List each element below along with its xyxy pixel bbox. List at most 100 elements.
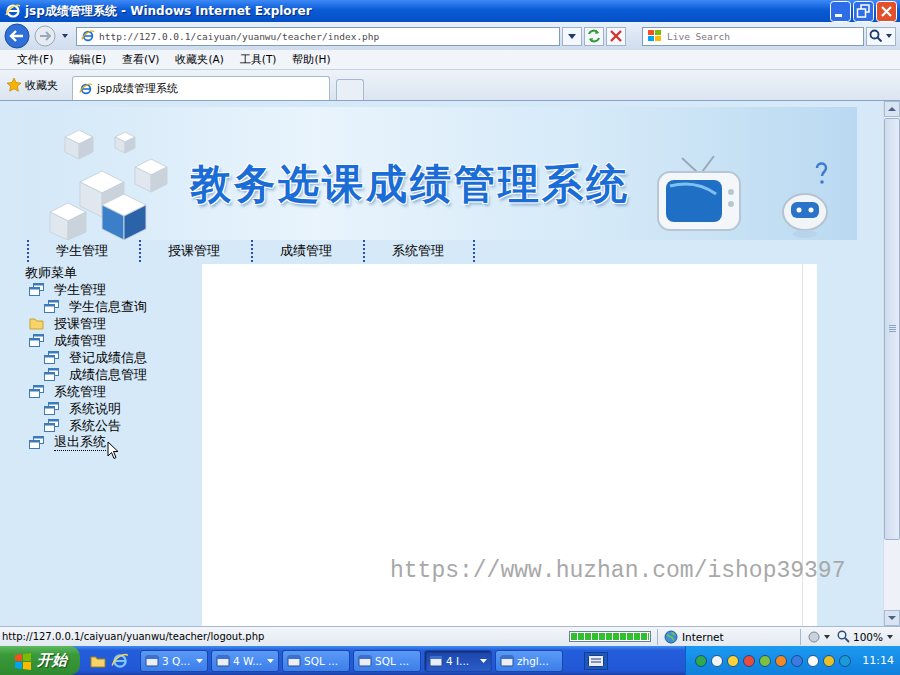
protected-mode-icon[interactable] (807, 630, 831, 644)
sidebar-item-label: 授课管理 (54, 316, 106, 332)
tray-app-icon[interactable] (694, 654, 708, 668)
scroll-down-button[interactable] (884, 610, 900, 626)
nav-item[interactable]: 学生管理 (27, 240, 139, 262)
address-field[interactable]: http://127.0.0.1/caiyuan/yuanwu/teacher/… (76, 27, 560, 46)
sidebar: 教师菜单学生管理学生信息查询授课管理成绩管理登记成绩信息成绩信息管理系统管理系统… (25, 264, 202, 626)
tray-app-icon[interactable] (822, 654, 836, 668)
search-field[interactable]: Live Search (642, 27, 864, 46)
star-icon (6, 77, 22, 93)
sidebar-item-label: 退出系统 (54, 434, 106, 451)
content-area: 教务选课成绩管理系统学生管理授课管理成绩管理系统管理教师菜单学生管理学生信息查询… (0, 100, 900, 626)
favorites-button[interactable]: 收藏夹 (4, 72, 66, 98)
sidebar-item[interactable]: 退出系统 (25, 434, 202, 451)
restore-icon[interactable] (853, 1, 874, 22)
sidebar-subitem[interactable]: 成绩信息管理 (25, 366, 202, 383)
status-bar: http://127.0.0.1/caiyuan/yuanwu/teacher/… (0, 626, 900, 646)
address-dropdown[interactable] (562, 27, 582, 46)
menu-item[interactable]: 文件(F) (10, 53, 60, 67)
status-separator (800, 629, 801, 645)
history-dropdown-icon[interactable] (60, 23, 70, 49)
sidebar-item[interactable]: 学生管理 (25, 281, 202, 298)
taskbar-button[interactable]: 3 Q... (140, 650, 208, 672)
quick-ie-icon[interactable] (111, 652, 129, 670)
refresh-icon (586, 28, 602, 44)
refresh-button[interactable] (584, 27, 604, 46)
sidebar-item[interactable]: 成绩管理 (25, 332, 202, 349)
window-title: jsp成绩管理系统 - Windows Internet Explorer (25, 3, 826, 20)
tray-app-icon[interactable] (726, 654, 740, 668)
zoom-magnifier-icon (837, 630, 850, 643)
banner-title: 教务选课成绩管理系统 (190, 135, 630, 212)
nav-item[interactable]: 系统管理 (363, 240, 475, 262)
thumb-grip (889, 325, 896, 333)
tray-app-icon[interactable] (742, 654, 756, 668)
sidebar-subitem[interactable]: 登记成绩信息 (25, 349, 202, 366)
window-controls (830, 1, 897, 22)
group-arrow-icon (196, 658, 203, 664)
sidebar-group: 学生管理学生信息查询 (25, 281, 202, 315)
taskbar-button-label: SQL ... (375, 655, 416, 667)
sidebar-item[interactable]: 授课管理 (25, 315, 202, 332)
tray-app-icon[interactable] (774, 654, 788, 668)
nav-item[interactable]: 成绩管理 (251, 240, 363, 262)
window-icon (44, 368, 59, 381)
taskbar-button[interactable]: SQL ... (353, 650, 421, 672)
status-separator (657, 629, 658, 645)
sidebar-title: 教师菜单 (25, 264, 202, 281)
sidebar-subitem[interactable]: 系统说明 (25, 400, 202, 417)
language-bar[interactable] (584, 652, 608, 670)
close-icon[interactable] (876, 1, 897, 22)
window-icon (29, 283, 44, 296)
tray-app-icon[interactable] (838, 654, 852, 668)
forward-arrow-icon[interactable] (34, 23, 58, 49)
robot-icon (777, 150, 842, 240)
new-tab-button[interactable] (336, 79, 364, 100)
menu-item[interactable]: 收藏夹(A) (168, 53, 230, 67)
window-icon (29, 334, 44, 347)
vertical-scrollbar[interactable] (883, 101, 900, 626)
taskbar-button[interactable]: SQL ... (282, 650, 350, 672)
window-icon (29, 385, 44, 398)
sidebar-item-label: 系统管理 (54, 384, 106, 400)
top-nav: 学生管理授课管理成绩管理系统管理 (25, 240, 883, 262)
menu-item[interactable]: 帮助(H) (285, 53, 337, 67)
taskbar: 开始 3 Q...4 W... SQL ... SQL ... 4 I... zhgl..… (0, 646, 900, 675)
scroll-up-button[interactable] (884, 101, 900, 117)
taskbar-button[interactable]: 4 I... (424, 650, 492, 672)
favorites-label: 收藏夹 (25, 78, 58, 93)
search-button[interactable] (866, 27, 896, 46)
back-arrow-icon[interactable] (4, 23, 32, 49)
browser-tab[interactable]: jsp成绩管理系统 (72, 76, 330, 100)
menu-item[interactable]: 工具(T) (233, 53, 284, 67)
sidebar-subitem[interactable]: 学生信息查询 (25, 298, 202, 315)
window-icon (44, 351, 59, 364)
app-window-icon (216, 654, 230, 668)
sidebar-item[interactable]: 系统管理 (25, 383, 202, 400)
sidebar-subitem[interactable]: 系统公告 (25, 417, 202, 434)
tray-app-icon[interactable] (806, 654, 820, 668)
app-window-icon (500, 654, 514, 668)
taskbar-button[interactable]: zhgl... (495, 650, 563, 672)
menu-item[interactable]: 查看(V) (115, 53, 166, 67)
navigation-bar: http://127.0.0.1/caiyuan/yuanwu/teacher/… (0, 22, 900, 50)
scroll-track (884, 117, 900, 610)
start-button[interactable]: 开始 (0, 646, 80, 675)
sidebar-group: 成绩管理登记成绩信息成绩信息管理 (25, 332, 202, 383)
group-arrow-icon (267, 658, 274, 664)
desktop-folder-icon[interactable] (89, 652, 107, 670)
tray-app-icon[interactable] (758, 654, 772, 668)
tray-app-icon[interactable] (710, 654, 724, 668)
stop-button[interactable] (606, 27, 626, 46)
window-icon (44, 402, 59, 415)
scroll-thumb[interactable] (884, 118, 900, 540)
taskbar-button-label: SQL ... (304, 655, 345, 667)
nav-item[interactable]: 授课管理 (139, 240, 251, 262)
zoom-control[interactable]: 100% (837, 630, 894, 643)
minimize-icon[interactable] (830, 1, 851, 22)
taskbar-button[interactable]: 4 W... (211, 650, 279, 672)
menu-item[interactable]: 编辑(E) (62, 53, 113, 67)
banner: 教务选课成绩管理系统 (25, 107, 857, 240)
taskbar-button-label: zhgl... (517, 655, 558, 667)
tray-app-icon[interactable] (790, 654, 804, 668)
app-window-icon (287, 654, 301, 668)
